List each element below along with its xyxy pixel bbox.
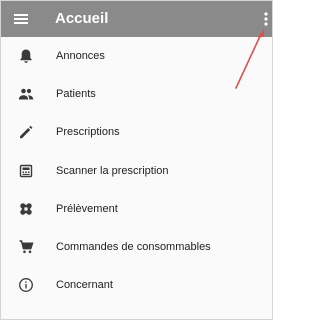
menu-item-prelevement[interactable]: Prélèvement: [1, 190, 272, 228]
more-vertical-icon[interactable]: [260, 10, 272, 28]
menu-item-scanner[interactable]: Scanner la prescription: [1, 152, 272, 190]
cart-icon: [19, 240, 34, 254]
menu-item-annonces[interactable]: Annonces: [1, 37, 272, 75]
menu-item-label: Concernant: [56, 279, 113, 291]
menu-item-prescriptions[interactable]: Prescriptions: [1, 113, 272, 151]
menu-item-concernant[interactable]: Concernant: [1, 266, 272, 304]
menu-item-label: Scanner la prescription: [56, 165, 169, 177]
app-title: Accueil: [55, 10, 109, 27]
app-screen: Accueil Annonces Patients Prescriptions: [0, 0, 273, 320]
scanner-icon: [19, 164, 33, 178]
menu-item-label: Patients: [56, 88, 96, 100]
bandage-icon: [20, 203, 32, 215]
people-icon: [18, 88, 34, 100]
hamburger-menu-icon[interactable]: [12, 10, 30, 28]
bell-icon: [20, 49, 32, 63]
menu-item-commandes[interactable]: Commandes de consommables: [1, 228, 272, 266]
menu-item-label: Annonces: [56, 50, 105, 62]
info-icon: [19, 278, 33, 292]
menu-item-label: Prélèvement: [56, 203, 118, 215]
pencil-icon: [20, 125, 33, 139]
app-bar: Accueil: [1, 1, 272, 37]
menu-item-label: Prescriptions: [56, 126, 120, 138]
menu-item-label: Commandes de consommables: [56, 241, 211, 253]
menu-item-patients[interactable]: Patients: [1, 75, 272, 113]
